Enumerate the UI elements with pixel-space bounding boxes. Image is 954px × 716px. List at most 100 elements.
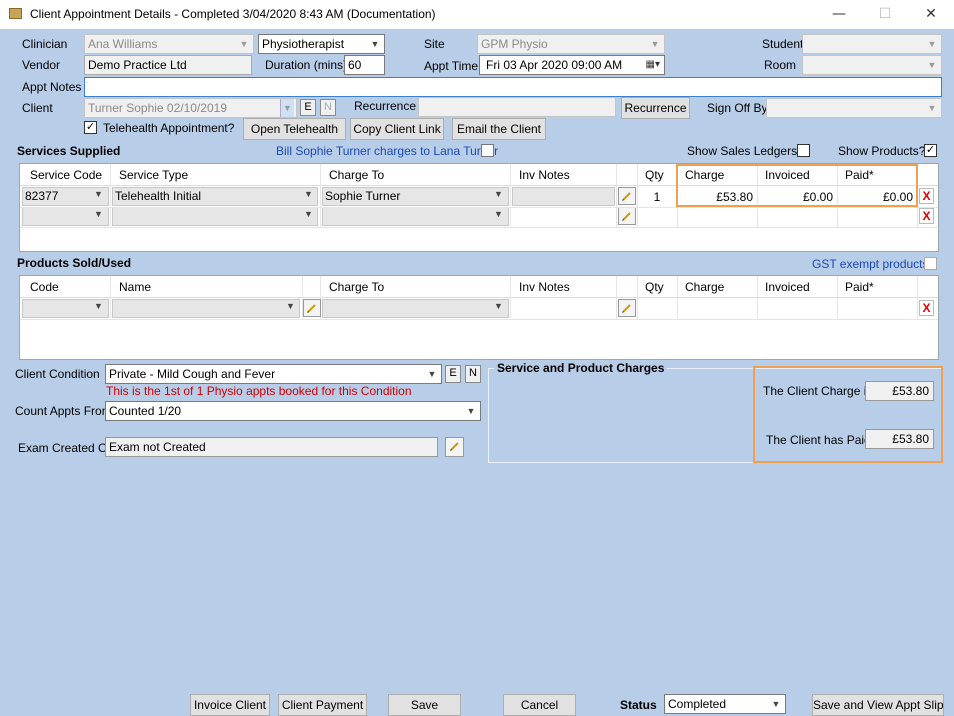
products-title: Products Sold/Used (17, 256, 132, 270)
col-name: Name (119, 280, 152, 294)
count-appts-select[interactable]: Counted 1/20 ▼ (105, 401, 481, 421)
save-button[interactable]: Save (388, 694, 461, 716)
appt-notes-label: Appt Notes (22, 80, 82, 94)
chevron-down-icon: ▼ (239, 39, 249, 49)
charge-to-cell[interactable]: Sophie Turner (322, 187, 509, 206)
product-name-cell[interactable] (112, 299, 300, 318)
window-title: Client Appointment Details - Completed 3… (30, 7, 436, 21)
duration-label: Duration (mins) (265, 58, 348, 72)
email-client-button[interactable]: Email the Client (452, 118, 546, 140)
bill-note-checkbox[interactable] (481, 144, 494, 157)
chevron-down-icon[interactable]: ▼ (494, 301, 503, 311)
student-label: Student (762, 37, 804, 51)
service-type-cell[interactable]: Telehealth Initial (112, 187, 318, 206)
client-select[interactable]: Turner Sophie 02/10/2019 ▼ (84, 98, 297, 118)
gst-exempt-checkbox[interactable] (924, 257, 937, 270)
recurrence-button[interactable]: Recurrence (621, 97, 690, 119)
gst-exempt-link[interactable]: GST exempt products (812, 257, 929, 271)
client-label: Client (22, 101, 53, 115)
delete-row-icon[interactable]: X (919, 300, 934, 316)
condition-warning: This is the 1st of 1 Physio appts booked… (106, 384, 412, 398)
chevron-down-icon[interactable]: ▼ (304, 189, 313, 199)
chevron-down-icon[interactable]: ▼ (494, 209, 503, 219)
maximize-button[interactable]: ☐ (862, 0, 908, 30)
count-appts-label: Count Appts From (15, 404, 112, 418)
appt-time-label: Appt Time (424, 59, 479, 73)
client-edit-button[interactable]: E (300, 99, 316, 116)
delete-row-icon[interactable]: X (919, 188, 934, 204)
profession-select[interactable]: Physiotherapist ▼ (258, 34, 385, 54)
calendar-icon[interactable]: ▦▾ (646, 56, 660, 74)
show-sales-checkbox[interactable] (797, 144, 810, 157)
chevron-down-icon[interactable]: ▼ (304, 209, 313, 219)
chevron-down-icon: ▼ (927, 103, 937, 113)
minimize-button[interactable]: — (816, 0, 862, 30)
close-button[interactable]: ✕ (908, 0, 954, 30)
chevron-down-icon[interactable]: ▼ (94, 189, 103, 199)
charges-title: Service and Product Charges (494, 361, 668, 375)
chevron-down-icon[interactable]: ▼ (494, 189, 503, 199)
sign-off-select[interactable]: ▼ (766, 98, 942, 118)
exam-created-field: Exam not Created (105, 437, 438, 457)
service-type-cell[interactable] (112, 207, 318, 226)
student-select[interactable]: ▼ (802, 34, 942, 54)
count-appts-value: Counted 1/20 (109, 404, 182, 418)
cancel-button[interactable]: Cancel (503, 694, 576, 716)
chevron-down-icon: ▼ (927, 60, 937, 70)
chevron-down-icon[interactable]: ▼ (286, 301, 295, 311)
room-label: Room (764, 58, 797, 72)
pencil-icon[interactable] (618, 187, 636, 205)
sign-off-label: Sign Off By (707, 101, 768, 115)
client-new-button[interactable]: N (320, 99, 336, 116)
qty-cell[interactable]: 1 (638, 190, 676, 204)
delete-row-icon[interactable]: X (919, 208, 934, 224)
site-label: Site (424, 37, 445, 51)
pencil-icon[interactable] (618, 207, 636, 225)
room-select[interactable]: ▼ (802, 55, 942, 75)
services-title: Services Supplied (17, 144, 121, 158)
status-value: Completed (668, 697, 727, 711)
site-select[interactable]: GPM Physio ▼ (477, 34, 665, 54)
condition-edit-button[interactable]: E (445, 365, 461, 383)
status-select[interactable]: Completed ▼ (664, 694, 786, 714)
clinician-select[interactable]: Ana Williams ▼ (84, 34, 254, 54)
show-sales-label: Show Sales Ledgers? (687, 144, 804, 158)
col-service-code: Service Code (30, 168, 103, 182)
col-service-type: Service Type (119, 168, 189, 182)
products-grid: Code Name Charge To Inv Notes Qty Charge… (19, 275, 939, 360)
client-payment-button[interactable]: Client Payment (278, 694, 367, 716)
telehealth-label: Telehealth Appointment? (103, 121, 235, 135)
col-paid: Paid* (845, 280, 874, 294)
vendor-label: Vendor (22, 58, 61, 72)
copy-client-link-button[interactable]: Copy Client Link (350, 118, 444, 140)
chevron-down-icon[interactable]: ▼ (94, 209, 103, 219)
bill-note-link[interactable]: Bill Sophie Turner charges to Lana Turne… (276, 144, 498, 158)
chevron-down-icon: ▼ (370, 39, 380, 49)
show-products-label: Show Products? (838, 144, 926, 158)
pencil-icon[interactable] (445, 437, 464, 457)
save-view-slip-button[interactable]: Save and View Appt Slip (812, 694, 944, 716)
chevron-down-icon: ▼ (280, 99, 294, 117)
client-condition-label: Client Condition (15, 367, 100, 381)
chevron-down-icon: ▼ (650, 39, 660, 49)
show-products-checkbox[interactable]: ✓ (924, 144, 937, 157)
telehealth-checkbox[interactable]: ✓ (84, 121, 97, 134)
col-inv-notes: Inv Notes (519, 280, 570, 294)
open-telehealth-button[interactable]: Open Telehealth (243, 118, 346, 140)
exam-created-label: Exam Created On (18, 441, 115, 455)
client-condition-select[interactable]: Private - Mild Cough and Fever ▼ (105, 364, 442, 384)
inv-notes-cell[interactable] (512, 187, 615, 206)
condition-new-button[interactable]: N (465, 365, 481, 383)
duration-input[interactable]: 60 (344, 55, 385, 75)
pencil-icon[interactable] (303, 299, 321, 317)
chevron-down-icon[interactable]: ▼ (94, 301, 103, 311)
appt-time-picker[interactable]: Fri 03 Apr 2020 09:00 AM ▦▾ (479, 55, 665, 75)
appt-notes-input[interactable] (84, 77, 942, 97)
products-header-row: Code Name Charge To Inv Notes Qty Charge… (20, 276, 938, 298)
product-charge-to-cell[interactable] (322, 299, 509, 318)
clinician-value: Ana Williams (88, 37, 158, 51)
pencil-icon[interactable] (618, 299, 636, 317)
invoice-client-button[interactable]: Invoice Client (190, 694, 270, 716)
charge-to-cell[interactable] (322, 207, 509, 226)
title-bar: Client Appointment Details - Completed 3… (0, 0, 954, 30)
